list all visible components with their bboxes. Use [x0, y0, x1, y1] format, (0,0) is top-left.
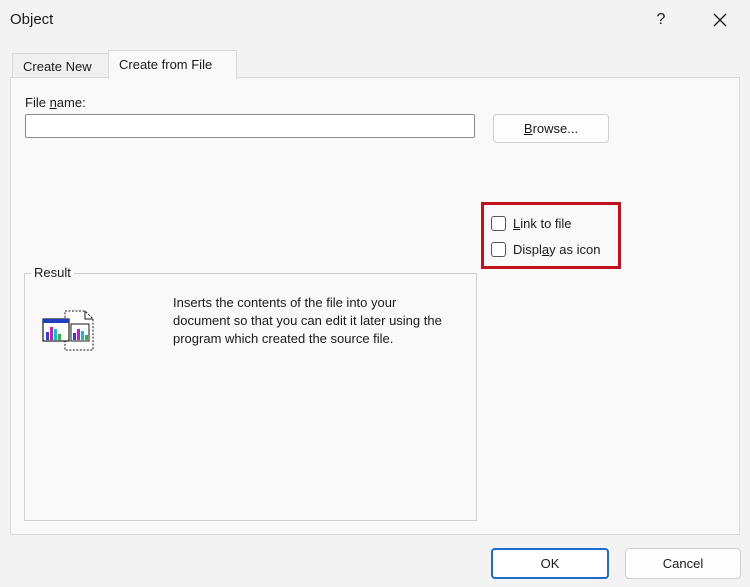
file-name-label: File name: [25, 95, 86, 110]
embedded-document-icon [41, 308, 99, 355]
close-button[interactable] [704, 6, 736, 34]
tab-create-new[interactable]: Create New [12, 53, 110, 79]
display-as-icon-checkbox[interactable] [491, 241, 506, 257]
tab-panel: File name: Browse... Link to file Displa… [10, 77, 740, 535]
window-title: Object [10, 11, 54, 28]
link-to-file-option[interactable]: Link to file [491, 213, 572, 233]
display-as-icon-option[interactable]: Display as icon [491, 239, 600, 259]
title-bar: Object ? [0, 0, 750, 40]
tab-create-from-file[interactable]: Create from File [108, 50, 237, 79]
link-to-file-checkbox[interactable] [491, 215, 506, 231]
result-label: Result [31, 265, 74, 280]
result-groupbox: Inserts the contents of the file into yo… [24, 273, 477, 521]
close-icon [713, 13, 727, 27]
display-as-icon-label: Display as icon [513, 241, 601, 257]
link-to-file-label: Link to file [513, 215, 572, 231]
help-button[interactable]: ? [648, 6, 674, 34]
options-highlight: Link to file Display as icon [481, 202, 621, 269]
cancel-button[interactable]: Cancel [625, 548, 741, 579]
browse-button[interactable]: Browse... [493, 114, 609, 143]
file-name-input[interactable] [25, 114, 475, 138]
result-description: Inserts the contents of the file into yo… [173, 295, 442, 346]
ok-button[interactable]: OK [491, 548, 609, 579]
